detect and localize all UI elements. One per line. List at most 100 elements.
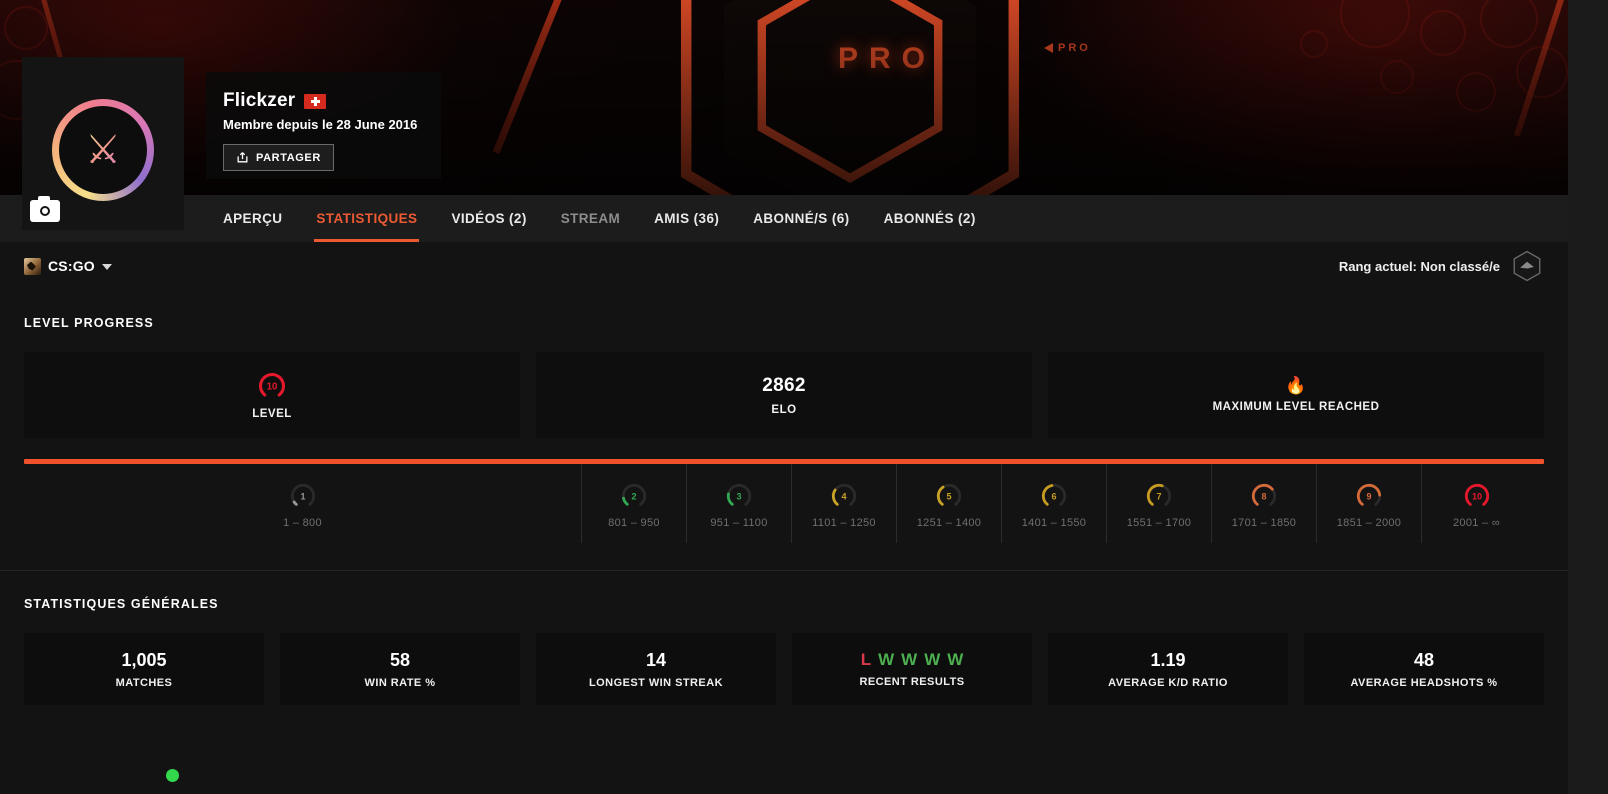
profile-tabs: APERÇU STATISTIQUES VIDÉOS (2) STREAM AMIS (…: [0, 195, 1568, 242]
level-gauge-icon: 1: [290, 483, 315, 509]
level-step-4[interactable]: 4 1101 – 1250: [791, 464, 896, 543]
level-step-6[interactable]: 6 1401 – 1550: [1001, 464, 1106, 543]
csgo-game-icon: [24, 257, 41, 275]
level-step-range: 1401 – 1550: [1021, 517, 1087, 529]
tab-abonn-s-2[interactable]: ABONNÉS (2): [867, 195, 993, 242]
level-step-range: 2001 – ∞: [1453, 517, 1500, 529]
svg-text:8: 8: [1261, 491, 1266, 501]
level-card-label: ELO: [771, 403, 797, 416]
tab-stream[interactable]: STREAM: [544, 195, 637, 242]
rank-hexagon-icon: [1513, 250, 1541, 282]
username: Flickzer: [223, 90, 296, 111]
level-step-10[interactable]: 10 2001 – ∞: [1421, 464, 1531, 543]
stat-label: AVERAGE K/D RATIO: [1108, 676, 1228, 689]
svg-text:9: 9: [1366, 491, 1371, 501]
level-gauge-icon: 8: [1251, 483, 1277, 509]
avatar-emblem-icon: ⚔: [85, 128, 121, 172]
level-step-2[interactable]: 2 801 – 950: [581, 464, 686, 543]
stat-value: 14: [645, 649, 667, 670]
level-card-level: 10 LEVEL: [24, 352, 520, 438]
svg-text:3: 3: [736, 491, 741, 501]
stat-card-average-k-d-ratio: 1.19 AVERAGE K/D RATIO: [1048, 633, 1288, 705]
level-step-range: 801 – 950: [608, 517, 660, 529]
stat-card-recent-results: L W W W W RECENT RESULTS: [792, 633, 1032, 705]
svg-text:10: 10: [267, 381, 278, 392]
faceit-profile-page: PRO PRO ⚔ Flickzer Membre depuis le 28 J…: [0, 0, 1568, 794]
stat-card-matches: 1,005 MATCHES: [24, 633, 264, 705]
stat-card-longest-win-streak: 14 LONGEST WIN STREAK: [536, 633, 776, 705]
stat-label: AVERAGE HEADSHOTS %: [1350, 676, 1498, 689]
level-gauge-icon: 6: [1041, 483, 1067, 509]
stat-value: 1.19: [1150, 649, 1186, 670]
level-step-5[interactable]: 5 1251 – 1400: [896, 464, 1001, 543]
share-icon: [237, 152, 248, 163]
level-gauge-icon: 10: [259, 372, 285, 399]
svg-text:10: 10: [1471, 491, 1481, 501]
svg-text:7: 7: [1156, 491, 1161, 501]
svg-text:5: 5: [946, 491, 951, 501]
rank-label: Rang actuel: Non classé/e: [1338, 258, 1500, 274]
stat-label: LONGEST WIN STREAK: [589, 676, 723, 689]
level-card-label: LEVEL: [252, 407, 292, 420]
tab-amis-36[interactable]: AMIS (36): [637, 195, 736, 242]
general-stats-cards: 1,005 MATCHES 58 WIN RATE % 14 LONGEST WIN ST…: [0, 611, 1568, 705]
result-win: W: [878, 650, 895, 669]
stat-value: 58: [389, 649, 411, 670]
flame-icon: 🔥: [1285, 376, 1307, 395]
level-gauge-icon: 5: [936, 483, 962, 509]
share-button-label: PARTAGER: [256, 151, 321, 164]
level-step-range: 1101 – 1250: [812, 517, 876, 529]
svg-text:1: 1: [300, 491, 305, 501]
tab-vid-os-2[interactable]: VIDÉOS (2): [434, 195, 543, 242]
level-step-1[interactable]: 1 1 – 800: [24, 464, 581, 543]
level-step-range: 951 – 1100: [710, 517, 768, 529]
level-step-range: 1 – 800: [283, 517, 322, 529]
level-card-value: 2862: [762, 374, 806, 396]
svg-text:6: 6: [1051, 491, 1056, 501]
level-step-9[interactable]: 9 1851 – 2000: [1316, 464, 1421, 543]
svg-text:4: 4: [841, 491, 846, 501]
chevron-down-icon: [101, 264, 112, 270]
level-gauge-icon: 4: [831, 483, 857, 509]
stat-card-win-rate-: 58 WIN RATE %: [280, 633, 520, 705]
current-rank: Rang actuel: Non classé/e: [1339, 249, 1544, 283]
level-progress-title: LEVEL PROGRESS: [24, 316, 154, 330]
result-win: W: [947, 650, 964, 669]
level-step-range: 1851 – 2000: [1336, 517, 1402, 529]
level-step-8[interactable]: 8 1701 – 1850: [1211, 464, 1316, 543]
tab-aper-u[interactable]: APERÇU: [206, 195, 299, 242]
tab-abonn-s-6[interactable]: ABONNÉ/S (6): [736, 195, 866, 242]
stat-value: 48: [1413, 649, 1435, 670]
camera-icon[interactable]: [30, 196, 60, 222]
avatar[interactable]: ⚔: [22, 57, 184, 230]
stat-label: WIN RATE %: [364, 676, 436, 689]
member-since: Membre depuis le 28 June 2016: [223, 117, 418, 132]
stat-card-average-headshots-: 48 AVERAGE HEADSHOTS %: [1304, 633, 1544, 705]
general-stats-title: STATISTIQUES GÉNÉRALES: [24, 597, 219, 611]
level-step-range: 1701 – 1850: [1231, 517, 1297, 529]
level-gauge-icon: 9: [1356, 483, 1382, 509]
level-step-7[interactable]: 7 1551 – 1700: [1106, 464, 1211, 543]
result-win: W: [901, 650, 918, 669]
level-step-3[interactable]: 3 951 – 1100: [686, 464, 791, 543]
general-stats-section: STATISTIQUES GÉNÉRALES 1,005 MATCHES 58 WIN…: [0, 571, 1568, 705]
recent-results-list: LWWWW: [861, 650, 964, 670]
level-progress-cards: 10 LEVEL 2862 ELO 🔥 MAXIMUM LEVEL REACHED: [0, 330, 1568, 438]
result-loss: L: [860, 650, 872, 669]
level-step-range: 1551 – 1700: [1126, 517, 1192, 529]
level-step-range: 1251 – 1400: [916, 517, 982, 529]
online-status-indicator: [166, 769, 179, 782]
level-gauge-icon: 7: [1146, 483, 1172, 509]
avatar-ring: ⚔: [52, 99, 154, 201]
tab-statistiques[interactable]: STATISTIQUES: [299, 195, 434, 242]
level-gauge-icon: 10: [1464, 483, 1489, 509]
game-selector-bar: CS:GO Rang actuel: Non classé/e: [0, 242, 1568, 290]
swiss-flag-icon: [304, 93, 327, 109]
level-card-elo: 2862 ELO: [536, 352, 1032, 438]
share-button[interactable]: PARTAGER: [223, 144, 334, 171]
stat-label: RECENT RESULTS: [859, 676, 965, 688]
scrollbar-track[interactable]: [1568, 0, 1608, 794]
level-gauge-icon: 3: [726, 483, 752, 509]
game-selector-dropdown[interactable]: CS:GO: [24, 257, 112, 275]
level-gauge-icon: 2: [621, 483, 647, 509]
